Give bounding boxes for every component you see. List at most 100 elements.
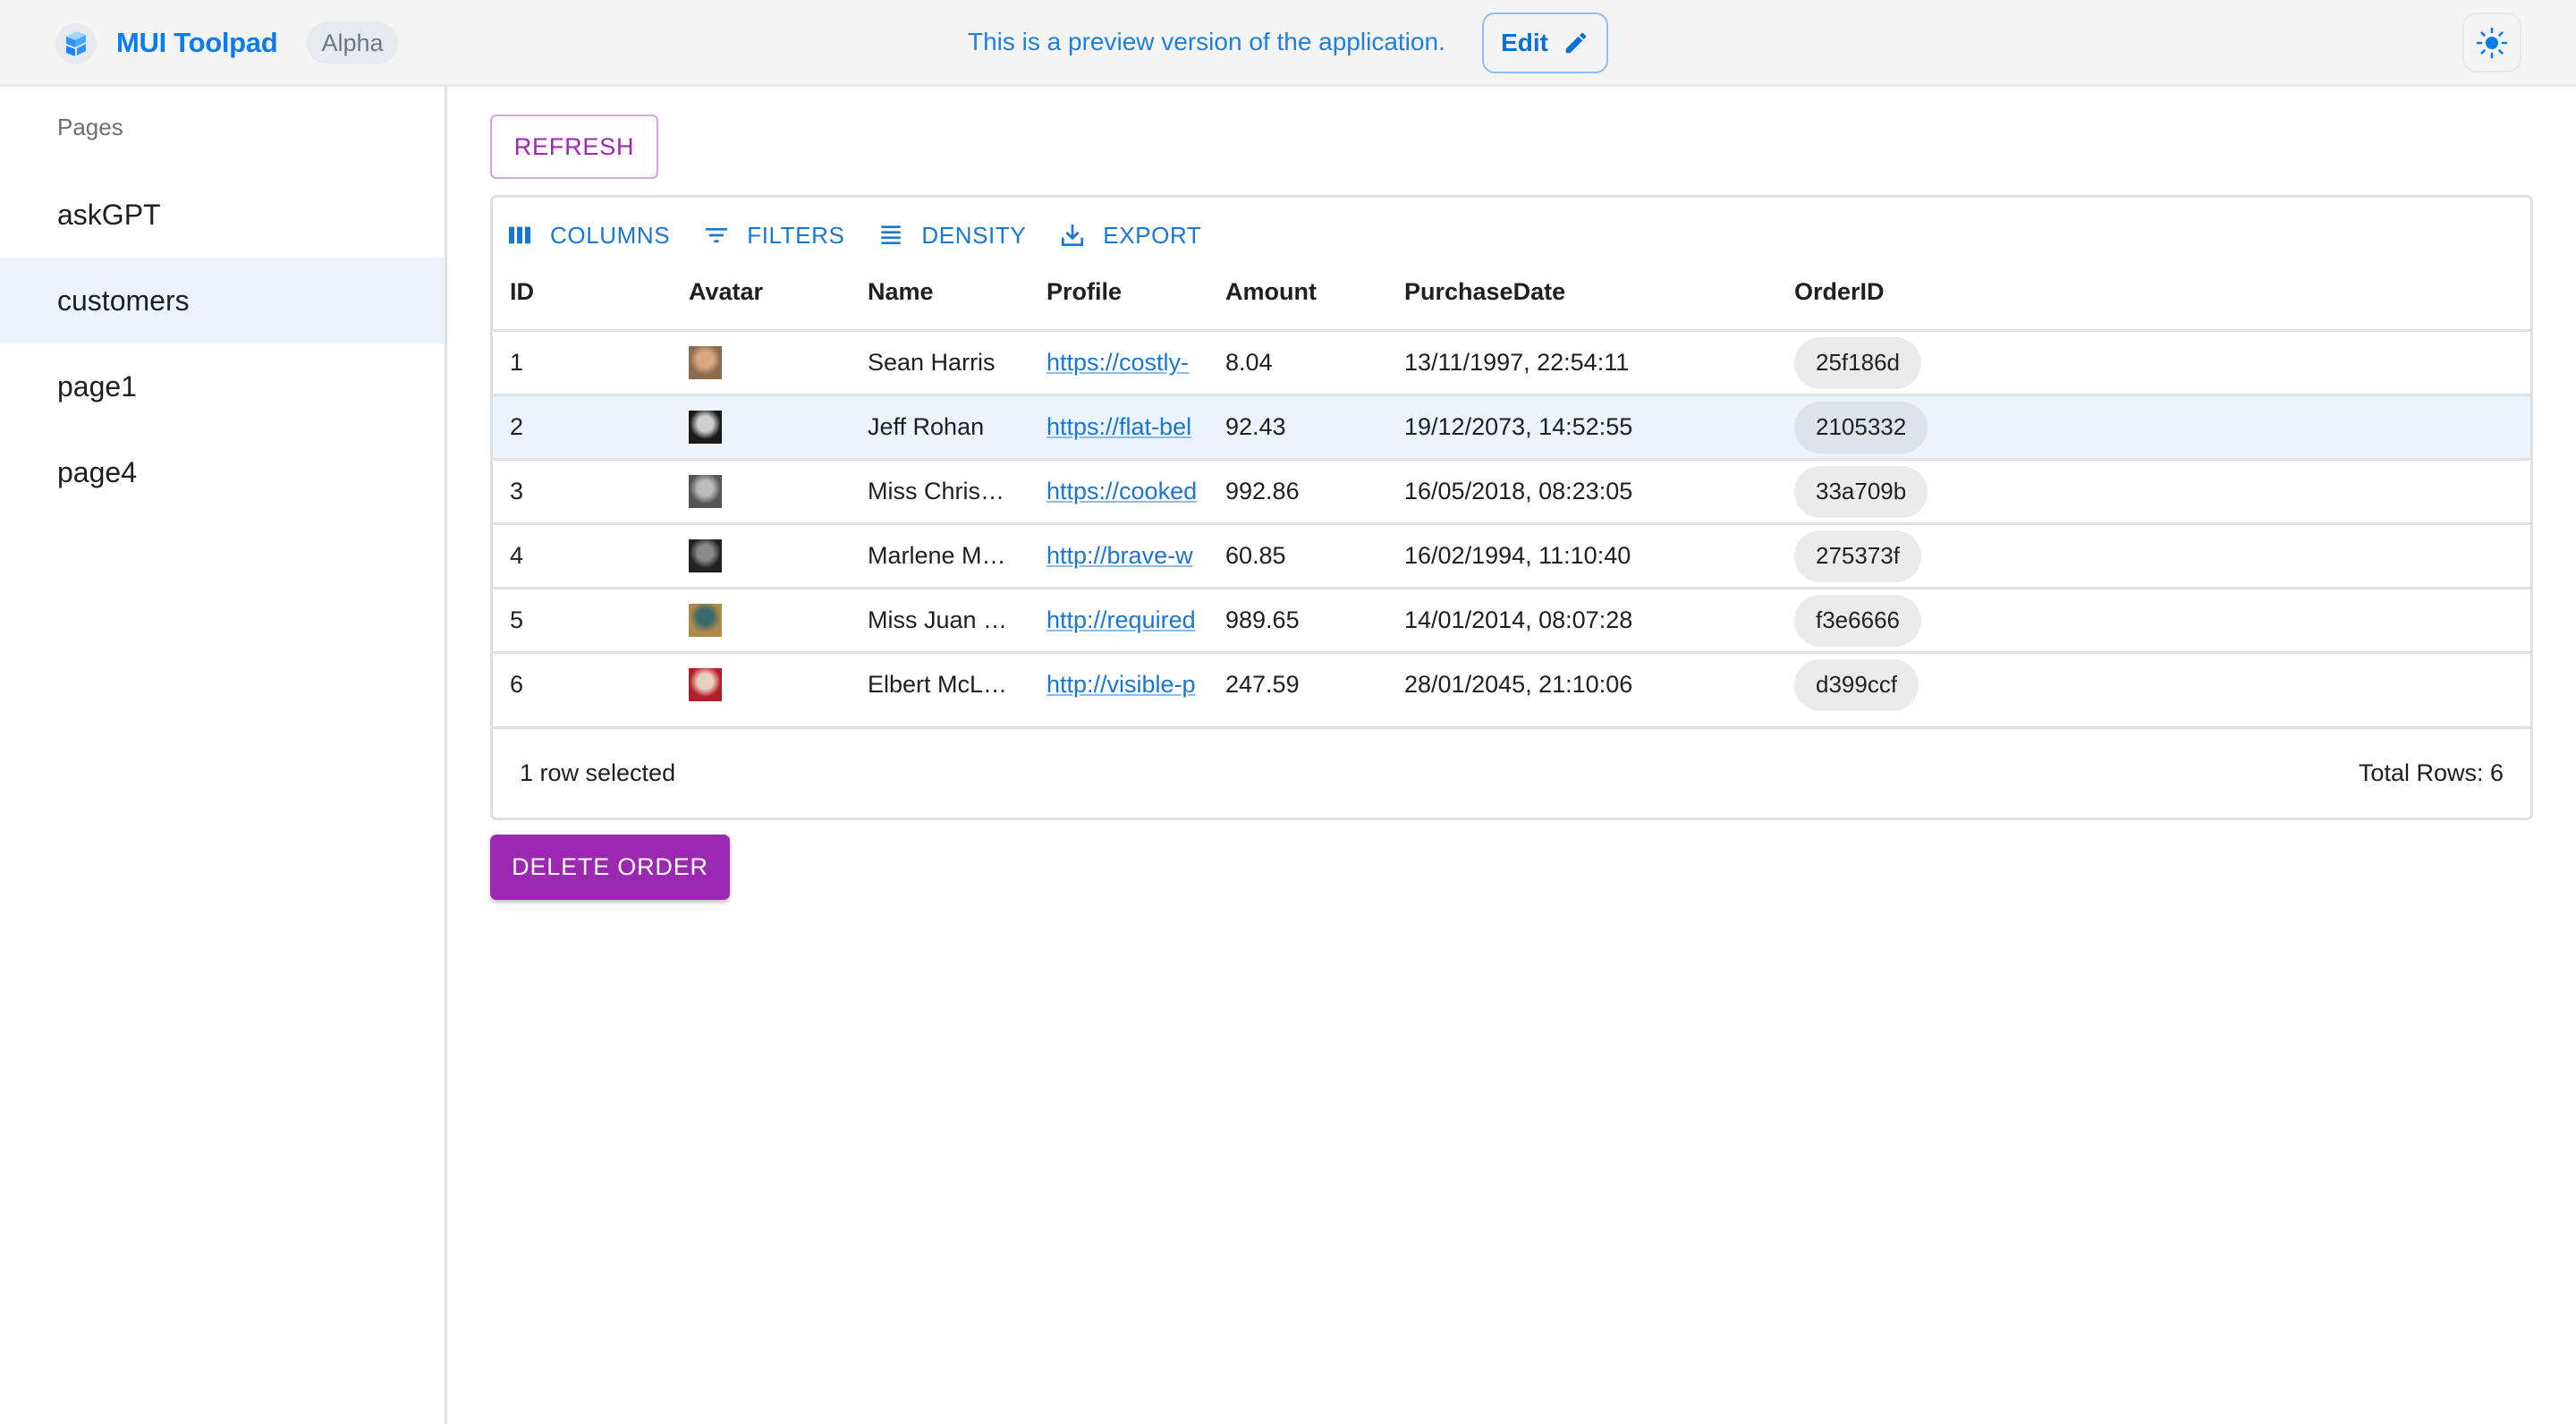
sidebar-item-page1[interactable]: page1 <box>0 343 445 429</box>
cell-purchase-date: 16/05/2018, 08:23:05 <box>1404 478 1633 504</box>
cell-avatar <box>689 332 722 394</box>
cell-purchase-date: 14/01/2014, 08:07:28 <box>1404 606 1633 633</box>
sidebar-item-askgpt[interactable]: askGPT <box>0 172 445 258</box>
column-header-amount[interactable]: Amount <box>1225 278 1317 306</box>
alpha-badge: Alpha <box>307 21 398 64</box>
density-icon <box>881 225 902 244</box>
edit-button[interactable]: Edit <box>1482 13 1608 73</box>
table-row[interactable]: 6 Elbert McL… http://visible-p 247.59 28/01/… <box>493 651 2530 716</box>
cell-name: Miss Chris… <box>868 478 1004 504</box>
density-label: DENSITY <box>921 221 1027 249</box>
grid-footer: 1 row selected Total Rows: 6 <box>493 726 2530 818</box>
cell-order-id: d399ccf <box>1794 654 1919 716</box>
profile-link[interactable]: http://required <box>1046 606 1196 634</box>
density-button[interactable]: DENSITY <box>877 221 1026 250</box>
columns-icon <box>509 226 530 244</box>
avatar <box>689 539 722 572</box>
pages-section-label: Pages <box>57 114 123 140</box>
table-row[interactable]: 1 Sean Harris https://costly- 8.04 13/11/199… <box>493 329 2530 394</box>
columns-button[interactable]: COLUMNS <box>505 221 670 250</box>
cell-id: 1 <box>510 349 524 376</box>
cell-name: Marlene M… <box>868 542 1006 569</box>
profile-link[interactable]: https://cooked <box>1046 478 1197 505</box>
cell-name: Sean Harris <box>868 349 996 376</box>
cell-order-id: f3e6666 <box>1794 589 1921 651</box>
avatar <box>689 346 722 379</box>
cell-amount: 8.04 <box>1225 349 1273 376</box>
avatar <box>689 475 722 508</box>
cell-profile: http://brave-w <box>1046 525 1208 587</box>
profile-link[interactable]: https://flat-bel <box>1046 413 1191 441</box>
grid-toolbar: COLUMNS FILTERS DENSITY EXPORT <box>505 217 1233 253</box>
cell-profile: https://flat-bel <box>1046 396 1208 458</box>
table-row[interactable]: 2 Jeff Rohan https://flat-bel 92.43 19/12/20… <box>493 394 2530 458</box>
cell-amount: 92.43 <box>1225 413 1286 440</box>
order-id-chip: 33a709b <box>1794 465 1928 518</box>
cell-amount: 989.65 <box>1225 606 1300 633</box>
cell-id: 4 <box>510 542 524 569</box>
export-button[interactable]: EXPORT <box>1058 221 1201 250</box>
profile-link[interactable]: http://brave-w <box>1046 542 1193 570</box>
cell-order-id: 33a709b <box>1794 461 1928 522</box>
selected-row-count: 1 row selected <box>520 759 676 786</box>
cell-order-id: 275373f <box>1794 525 1921 587</box>
pencil-icon <box>1565 32 1587 54</box>
refresh-button[interactable]: REFRESH <box>490 114 658 179</box>
cell-id: 6 <box>510 671 524 698</box>
order-id-chip: d399ccf <box>1794 658 1919 711</box>
cell-profile: http://required <box>1046 589 1208 651</box>
filter-icon <box>706 228 728 242</box>
column-header-avatar[interactable]: Avatar <box>689 278 763 306</box>
avatar <box>689 411 722 444</box>
columns-label: COLUMNS <box>550 221 671 249</box>
filters-label: FILTERS <box>747 221 845 249</box>
cell-purchase-date: 28/01/2045, 21:10:06 <box>1404 671 1633 698</box>
column-header-orderid[interactable]: OrderID <box>1794 278 1885 306</box>
order-id-chip: 25f186d <box>1794 336 1921 389</box>
cell-order-id: 2105332 <box>1794 396 1928 458</box>
cell-purchase-date: 13/11/1997, 22:54:11 <box>1404 349 1630 376</box>
column-header-profile[interactable]: Profile <box>1046 278 1122 306</box>
cell-profile: https://costly- <box>1046 332 1208 394</box>
cell-avatar <box>689 589 722 651</box>
delete-order-button[interactable]: DELETE ORDER <box>490 835 730 900</box>
cell-avatar <box>689 654 722 716</box>
column-header-purchasedate[interactable]: PurchaseDate <box>1404 278 1565 306</box>
cell-name: Miss Juan … <box>868 606 1008 633</box>
cell-amount: 992.86 <box>1225 478 1300 504</box>
download-icon <box>1062 225 1084 246</box>
edit-button-label: Edit <box>1501 29 1548 56</box>
cell-name: Elbert McL… <box>868 671 1008 698</box>
theme-toggle-button[interactable] <box>2462 13 2521 72</box>
app-header: MUI Toolpad Alpha This is a preview vers… <box>0 0 2576 87</box>
order-id-chip: f3e6666 <box>1794 594 1921 647</box>
filters-button[interactable]: FILTERS <box>702 221 844 250</box>
cell-id: 5 <box>510 606 524 633</box>
sun-icon <box>2476 27 2508 58</box>
table-row[interactable]: 3 Miss Chris… https://cooked 992.86 16/05/20… <box>493 458 2530 522</box>
sidebar-item-customers[interactable]: customers <box>0 258 445 343</box>
orders-data-grid: COLUMNS FILTERS DENSITY EXPORT ID Avatar… <box>490 195 2533 820</box>
order-id-chip: 275373f <box>1794 530 1921 582</box>
cell-amount: 60.85 <box>1225 542 1286 569</box>
avatar <box>689 604 722 637</box>
cell-name: Jeff Rohan <box>868 413 985 440</box>
column-header-id[interactable]: ID <box>510 278 534 306</box>
preview-notice: This is a preview version of the applica… <box>968 28 1445 55</box>
profile-link[interactable]: http://visible-p <box>1046 671 1196 699</box>
cell-amount: 247.59 <box>1225 671 1300 698</box>
app-title[interactable]: MUI Toolpad <box>116 27 278 59</box>
table-row[interactable]: 5 Miss Juan … http://required 989.65 14/01/2… <box>493 587 2530 651</box>
column-header-name[interactable]: Name <box>868 278 934 306</box>
cell-profile: http://visible-p <box>1046 654 1208 716</box>
sidebar: Pages askGPT customers page1 page4 <box>0 87 447 1424</box>
cell-profile: https://cooked <box>1046 461 1208 522</box>
table-row[interactable]: 4 Marlene M… http://brave-w 60.85 16/02/1994… <box>493 522 2530 587</box>
avatar <box>689 668 722 701</box>
cell-avatar <box>689 461 722 522</box>
cell-avatar <box>689 525 722 587</box>
sidebar-item-page4[interactable]: page4 <box>0 429 445 515</box>
cell-purchase-date: 16/02/1994, 11:10:40 <box>1404 542 1631 569</box>
cell-order-id: 25f186d <box>1794 332 1921 394</box>
profile-link[interactable]: https://costly- <box>1046 349 1189 377</box>
